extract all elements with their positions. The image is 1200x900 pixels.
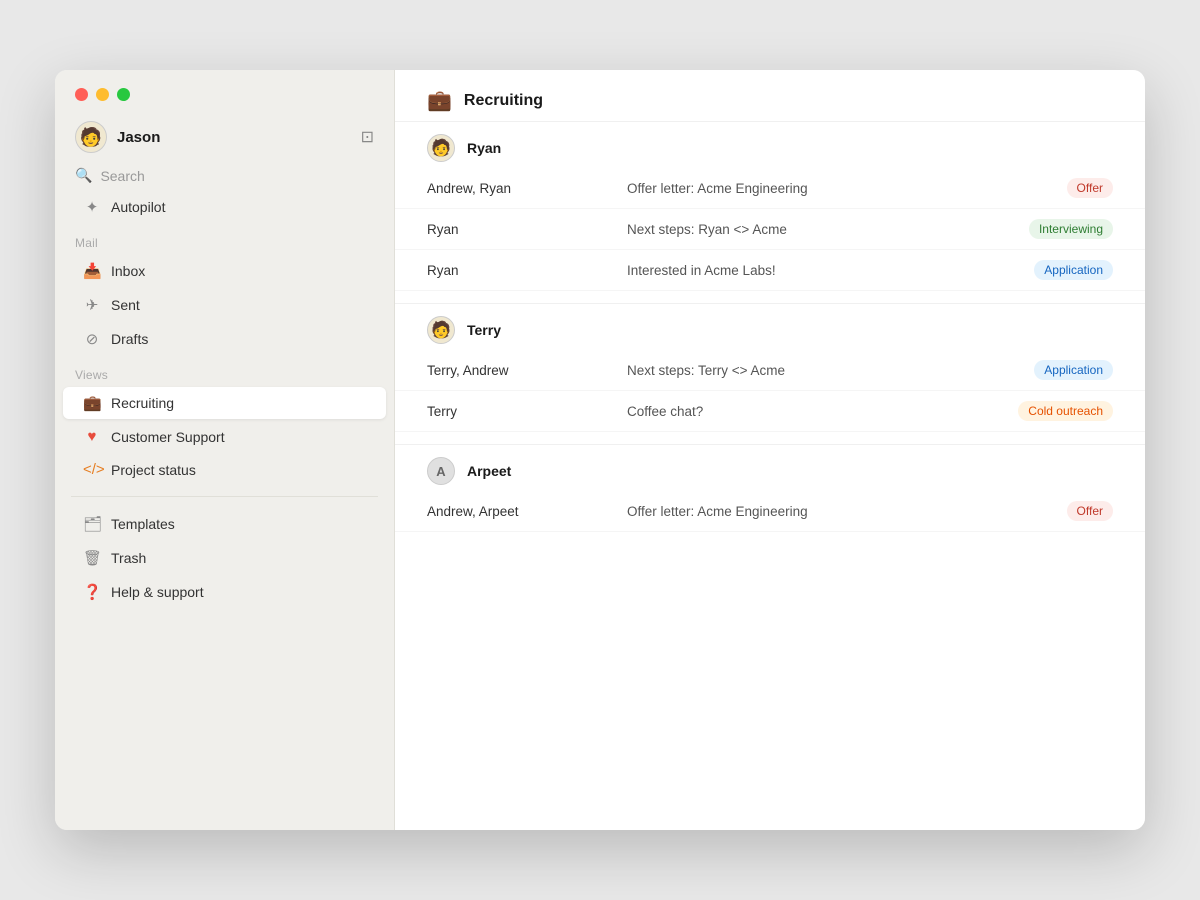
avatar-arpeet: A	[427, 457, 455, 485]
inbox-icon: 📥	[83, 262, 101, 280]
trash-icon: 🗑	[83, 549, 101, 567]
user-info: 🧑 Jason	[75, 121, 160, 153]
spacer	[395, 432, 1145, 444]
email-row[interactable]: Terry Coffee chat? Cold outreach	[395, 391, 1145, 432]
project-status-label: Project status	[111, 462, 196, 478]
customer-support-label: Customer Support	[111, 429, 225, 445]
email-subject: Interested in Acme Labs!	[627, 263, 1034, 278]
view-header-icon: 💼	[427, 88, 452, 113]
sidebar: 🧑 Jason ⊡ 🔍 Search ✦ Autopilot Mail 📥 In…	[55, 70, 395, 830]
briefcase-icon: 💼	[83, 394, 101, 412]
sidebar-item-trash[interactable]: 🗑 Trash	[63, 542, 386, 574]
contact-name-arpeet: Arpeet	[467, 463, 511, 479]
autopilot-label: Autopilot	[111, 199, 165, 215]
sent-label: Sent	[111, 297, 140, 313]
email-subject: Coffee chat?	[627, 404, 1018, 419]
sidebar-item-templates[interactable]: 🗂 Templates	[63, 508, 386, 540]
main-content: 💼 Recruiting 🧑 Ryan Andrew, Ryan Offer l…	[395, 70, 1145, 830]
sidebar-item-customer-support[interactable]: ♥ Customer Support	[63, 421, 386, 452]
email-row[interactable]: Andrew, Ryan Offer letter: Acme Engineer…	[395, 168, 1145, 209]
views-section-label: Views	[55, 356, 394, 386]
search-button[interactable]: 🔍 Search	[55, 161, 394, 190]
view-header: 💼 Recruiting	[395, 70, 1145, 121]
group-arpeet: A Arpeet Andrew, Arpeet Offer letter: Ac…	[395, 444, 1145, 532]
code-icon: </>	[83, 461, 101, 478]
sidebar-item-autopilot[interactable]: ✦ Autopilot	[63, 191, 386, 223]
contact-header-arpeet: A Arpeet	[395, 444, 1145, 491]
titlebar	[55, 70, 394, 111]
group-ryan: 🧑 Ryan Andrew, Ryan Offer letter: Acme E…	[395, 121, 1145, 291]
email-from: Ryan	[427, 222, 627, 237]
contact-name-terry: Terry	[467, 322, 501, 338]
email-tag: Interviewing	[1029, 219, 1113, 239]
email-subject: Offer letter: Acme Engineering	[627, 504, 1067, 519]
email-tag: Application	[1034, 260, 1113, 280]
trash-label: Trash	[111, 550, 146, 566]
email-row[interactable]: Ryan Interested in Acme Labs! Applicatio…	[395, 250, 1145, 291]
help-label: Help & support	[111, 584, 204, 600]
email-from: Terry	[427, 404, 627, 419]
email-from: Ryan	[427, 263, 627, 278]
sidebar-item-help[interactable]: ❓ Help & support	[63, 576, 386, 608]
contact-name-ryan: Ryan	[467, 140, 501, 156]
templates-icon: 🗂	[83, 515, 101, 533]
email-row[interactable]: Terry, Andrew Next steps: Terry <> Acme …	[395, 350, 1145, 391]
email-from: Andrew, Ryan	[427, 181, 627, 196]
sidebar-item-sent[interactable]: ✈ Sent	[63, 289, 386, 321]
email-subject: Offer letter: Acme Engineering	[627, 181, 1067, 196]
avatar-ryan: 🧑	[427, 134, 455, 162]
view-title: Recruiting	[464, 92, 543, 110]
email-tag: Offer	[1067, 501, 1113, 521]
autopilot-icon: ✦	[83, 198, 101, 216]
contact-header-ryan: 🧑 Ryan	[395, 121, 1145, 168]
inbox-label: Inbox	[111, 263, 145, 279]
email-row[interactable]: Andrew, Arpeet Offer letter: Acme Engine…	[395, 491, 1145, 532]
email-tag: Offer	[1067, 178, 1113, 198]
app-window: 🧑 Jason ⊡ 🔍 Search ✦ Autopilot Mail 📥 In…	[55, 70, 1145, 830]
sidebar-item-project-status[interactable]: </> Project status	[63, 454, 386, 485]
sidebar-item-inbox[interactable]: 📥 Inbox	[63, 255, 386, 287]
close-button[interactable]	[75, 88, 88, 101]
search-label: Search	[100, 168, 144, 184]
email-tag: Cold outreach	[1018, 401, 1113, 421]
sidebar-item-recruiting[interactable]: 💼 Recruiting	[63, 387, 386, 419]
sidebar-item-drafts[interactable]: ⊘ Drafts	[63, 323, 386, 355]
sent-icon: ✈	[83, 296, 101, 314]
recruiting-label: Recruiting	[111, 395, 174, 411]
templates-label: Templates	[111, 516, 175, 532]
user-row: 🧑 Jason ⊡	[55, 111, 394, 161]
group-terry: 🧑 Terry Terry, Andrew Next steps: Terry …	[395, 303, 1145, 432]
maximize-button[interactable]	[117, 88, 130, 101]
email-row[interactable]: Ryan Next steps: Ryan <> Acme Interviewi…	[395, 209, 1145, 250]
contact-header-terry: 🧑 Terry	[395, 303, 1145, 350]
email-subject: Next steps: Ryan <> Acme	[627, 222, 1029, 237]
avatar: 🧑	[75, 121, 107, 153]
heart-icon: ♥	[83, 428, 101, 445]
drafts-icon: ⊘	[83, 330, 101, 348]
mail-section-label: Mail	[55, 224, 394, 254]
sidebar-divider	[71, 496, 378, 497]
email-subject: Next steps: Terry <> Acme	[627, 363, 1034, 378]
spacer	[395, 291, 1145, 303]
help-icon: ❓	[83, 583, 101, 601]
email-tag: Application	[1034, 360, 1113, 380]
search-icon: 🔍	[75, 167, 92, 184]
compose-icon[interactable]: ⊡	[361, 127, 374, 147]
email-from: Andrew, Arpeet	[427, 504, 627, 519]
user-name: Jason	[117, 129, 160, 146]
email-from: Terry, Andrew	[427, 363, 627, 378]
drafts-label: Drafts	[111, 331, 148, 347]
avatar-terry: 🧑	[427, 316, 455, 344]
minimize-button[interactable]	[96, 88, 109, 101]
